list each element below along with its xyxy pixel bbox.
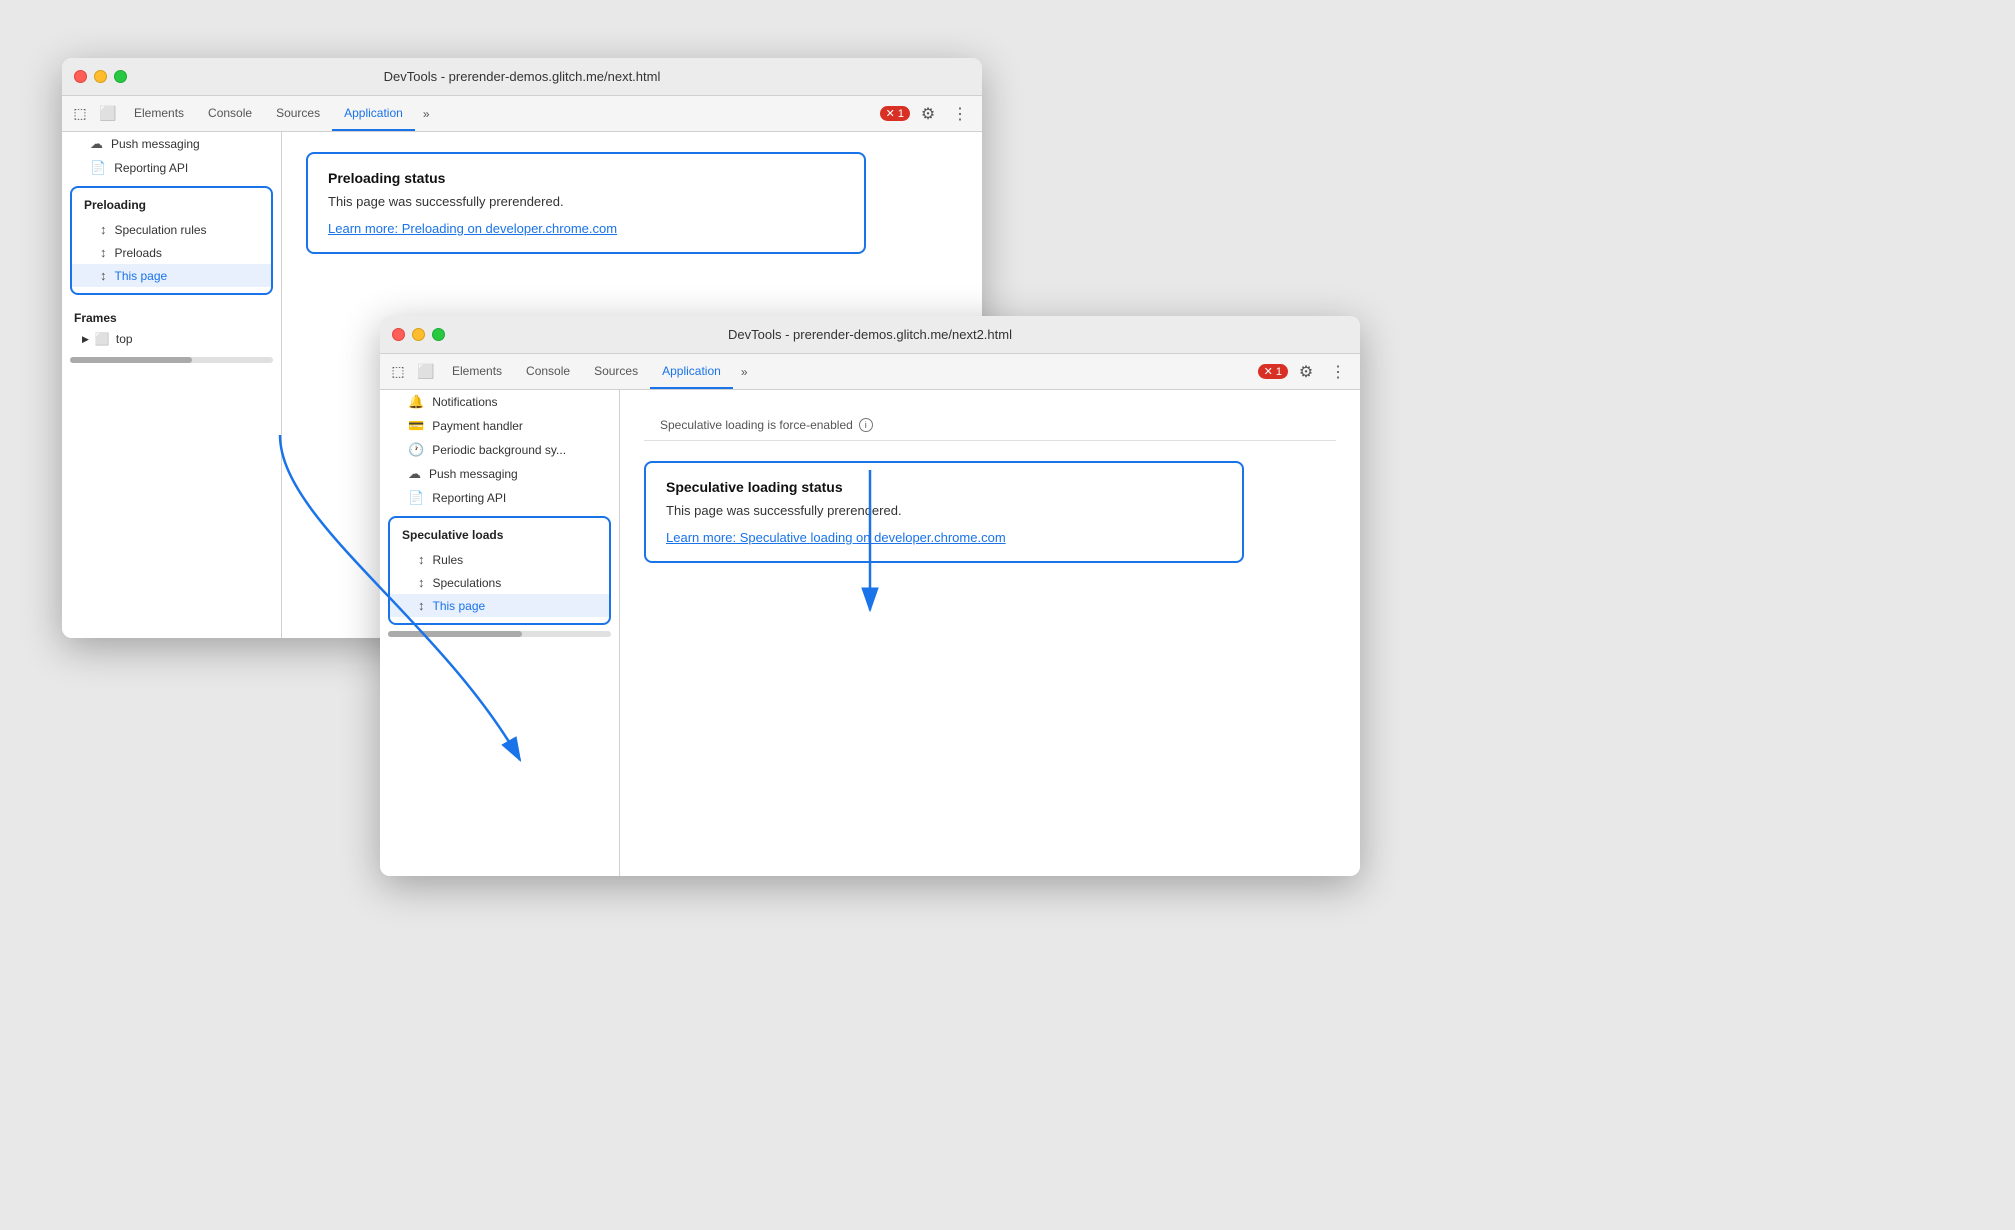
sidebar-item-speculations-2[interactable]: ↕ Speculations (390, 571, 609, 594)
preloading-status-link-1[interactable]: Learn more: Preloading on developer.chro… (328, 221, 617, 236)
spec-loads-label-2: Speculative loads (390, 524, 609, 548)
sidebar-item-notifications-2[interactable]: 🔔 Notifications (380, 390, 619, 414)
error-count-2: 1 (1276, 366, 1282, 378)
arrows-icon-spec-2: ↕ (418, 575, 425, 590)
tab-elements-1[interactable]: Elements (122, 96, 196, 131)
spec-status-link-2[interactable]: Learn more: Speculative loading on devel… (666, 530, 1006, 545)
minimize-button-1[interactable] (94, 70, 107, 83)
sidebar-item-push-msg-2[interactable]: ☁ Push messaging (380, 462, 619, 486)
maximize-button-1[interactable] (114, 70, 127, 83)
sidebar-1: ☁ Push messaging 📄 Reporting API Preload… (62, 132, 282, 638)
arrows-icon-tp-2: ↕ (418, 598, 425, 613)
sidebar-item-speculation-rules-1[interactable]: ↕ Speculation rules (72, 218, 271, 241)
close-button-2[interactable] (392, 328, 405, 341)
doc-icon-2: 📄 (408, 490, 424, 506)
toolbar-right-1: ✕ 1 ⚙ ⋮ (880, 96, 982, 131)
preloading-status-title-1: Preloading status (328, 170, 844, 186)
spec-loading-status-box-2: Speculative loading status This page was… (644, 461, 1244, 563)
devtools-content-2: 🔔 Notifications 💳 Payment handler 🕐 Peri… (380, 390, 1360, 876)
tab-application-1[interactable]: Application (332, 96, 415, 131)
info-icon-2: i (859, 418, 873, 432)
toolbar-2: ⬚ ⬜ Elements Console Sources Application… (380, 354, 1360, 390)
devtools-window-2: DevTools - prerender-demos.glitch.me/nex… (380, 316, 1360, 876)
spec-status-title-2: Speculative loading status (666, 479, 1222, 495)
notif-icon-2: 🔔 (408, 394, 424, 410)
settings-icon-1[interactable]: ⚙ (914, 100, 942, 128)
tab-sources-2[interactable]: Sources (582, 354, 650, 389)
sidebar-item-reporting-api-1[interactable]: 📄 Reporting API (62, 156, 281, 180)
window-controls-2 (392, 328, 445, 341)
spec-status-text-2: This page was successfully prerendered. (666, 503, 1222, 518)
frame-folder-icon-1: ⬜ (95, 332, 110, 346)
tab-console-2[interactable]: Console (514, 354, 582, 389)
arrows-icon-tp-1: ↕ (100, 268, 107, 283)
cursor-tool-1[interactable]: ⬚ (66, 96, 94, 131)
device-tool-2[interactable]: ⬜ (412, 354, 440, 389)
error-count-1: 1 (898, 108, 904, 120)
arrows-icon-pl-1: ↕ (100, 245, 107, 260)
main-panel-2: Speculative loading is force-enabled i S… (620, 390, 1360, 876)
preloading-box-1: Preloading ↕ Speculation rules ↕ Preload… (70, 186, 273, 295)
window-controls-1 (74, 70, 127, 83)
frames-header-1: Frames (62, 305, 281, 329)
sidebar-scrollbar-1[interactable] (70, 357, 273, 363)
more-icon-1[interactable]: ⋮ (946, 100, 974, 128)
sidebar-scrollbar-thumb-2 (388, 631, 522, 637)
tab-elements-2[interactable]: Elements (440, 354, 514, 389)
clock-icon-2: 🕐 (408, 442, 424, 458)
sidebar-item-periodic-bg-2[interactable]: 🕐 Periodic background sy... (380, 438, 619, 462)
maximize-button-2[interactable] (432, 328, 445, 341)
overflow-btn-2[interactable]: » (733, 354, 756, 389)
spec-loads-box-2: Speculative loads ↕ Rules ↕ Speculations… (388, 516, 611, 625)
titlebar-2: DevTools - prerender-demos.glitch.me/nex… (380, 316, 1360, 354)
sidebar-2: 🔔 Notifications 💳 Payment handler 🕐 Peri… (380, 390, 620, 876)
arrows-icon-sr-1: ↕ (100, 222, 107, 237)
toolbar-right-2: ✕ 1 ⚙ ⋮ (1258, 354, 1360, 389)
frames-top-1[interactable]: ▶ ⬜ top (62, 329, 281, 349)
force-enabled-text-2: Speculative loading is force-enabled (660, 418, 853, 432)
sidebar-scrollbar-thumb-1 (70, 357, 192, 363)
sidebar-item-push-messaging-1[interactable]: ☁ Push messaging (62, 132, 281, 156)
error-badge-1: ✕ 1 (880, 106, 910, 121)
chevron-right-icon-1: ▶ (82, 334, 89, 345)
tab-application-2[interactable]: Application (650, 354, 733, 389)
sidebar-item-preloads-1[interactable]: ↕ Preloads (72, 241, 271, 264)
push-icon-2: ☁ (408, 466, 421, 482)
payment-icon-2: 💳 (408, 418, 424, 434)
preloading-status-text-1: This page was successfully prerendered. (328, 194, 844, 209)
device-tool-1[interactable]: ⬜ (94, 96, 122, 131)
sidebar-item-this-page-1[interactable]: ↕ This page (72, 264, 271, 287)
sidebar-item-rules-2[interactable]: ↕ Rules (390, 548, 609, 571)
window-title-1: DevTools - prerender-demos.glitch.me/nex… (384, 69, 661, 84)
tab-sources-1[interactable]: Sources (264, 96, 332, 131)
error-badge-2: ✕ 1 (1258, 364, 1288, 379)
more-icon-2[interactable]: ⋮ (1324, 358, 1352, 386)
toolbar-1: ⬚ ⬜ Elements Console Sources Application… (62, 96, 982, 132)
tab-console-1[interactable]: Console (196, 96, 264, 131)
titlebar-1: DevTools - prerender-demos.glitch.me/nex… (62, 58, 982, 96)
settings-icon-2[interactable]: ⚙ (1292, 358, 1320, 386)
arrows-icon-rules-2: ↕ (418, 552, 425, 567)
minimize-button-2[interactable] (412, 328, 425, 341)
cursor-tool-2[interactable]: ⬚ (384, 354, 412, 389)
push-icon-1: ☁ (90, 136, 103, 152)
force-enabled-bar-2: Speculative loading is force-enabled i (644, 410, 1336, 441)
preloading-status-box-1: Preloading status This page was successf… (306, 152, 866, 254)
close-button-1[interactable] (74, 70, 87, 83)
sidebar-item-payment-handler-2[interactable]: 💳 Payment handler (380, 414, 619, 438)
frames-section-1: Frames ▶ ⬜ top (62, 301, 281, 353)
sidebar-item-reporting-api-2[interactable]: 📄 Reporting API (380, 486, 619, 510)
window-title-2: DevTools - prerender-demos.glitch.me/nex… (728, 327, 1012, 342)
preloading-label-1: Preloading (72, 194, 271, 218)
sidebar-item-this-page-2[interactable]: ↕ This page (390, 594, 609, 617)
overflow-btn-1[interactable]: » (415, 96, 438, 131)
sidebar-scrollbar-2[interactable] (388, 631, 611, 637)
doc-icon-1: 📄 (90, 160, 106, 176)
